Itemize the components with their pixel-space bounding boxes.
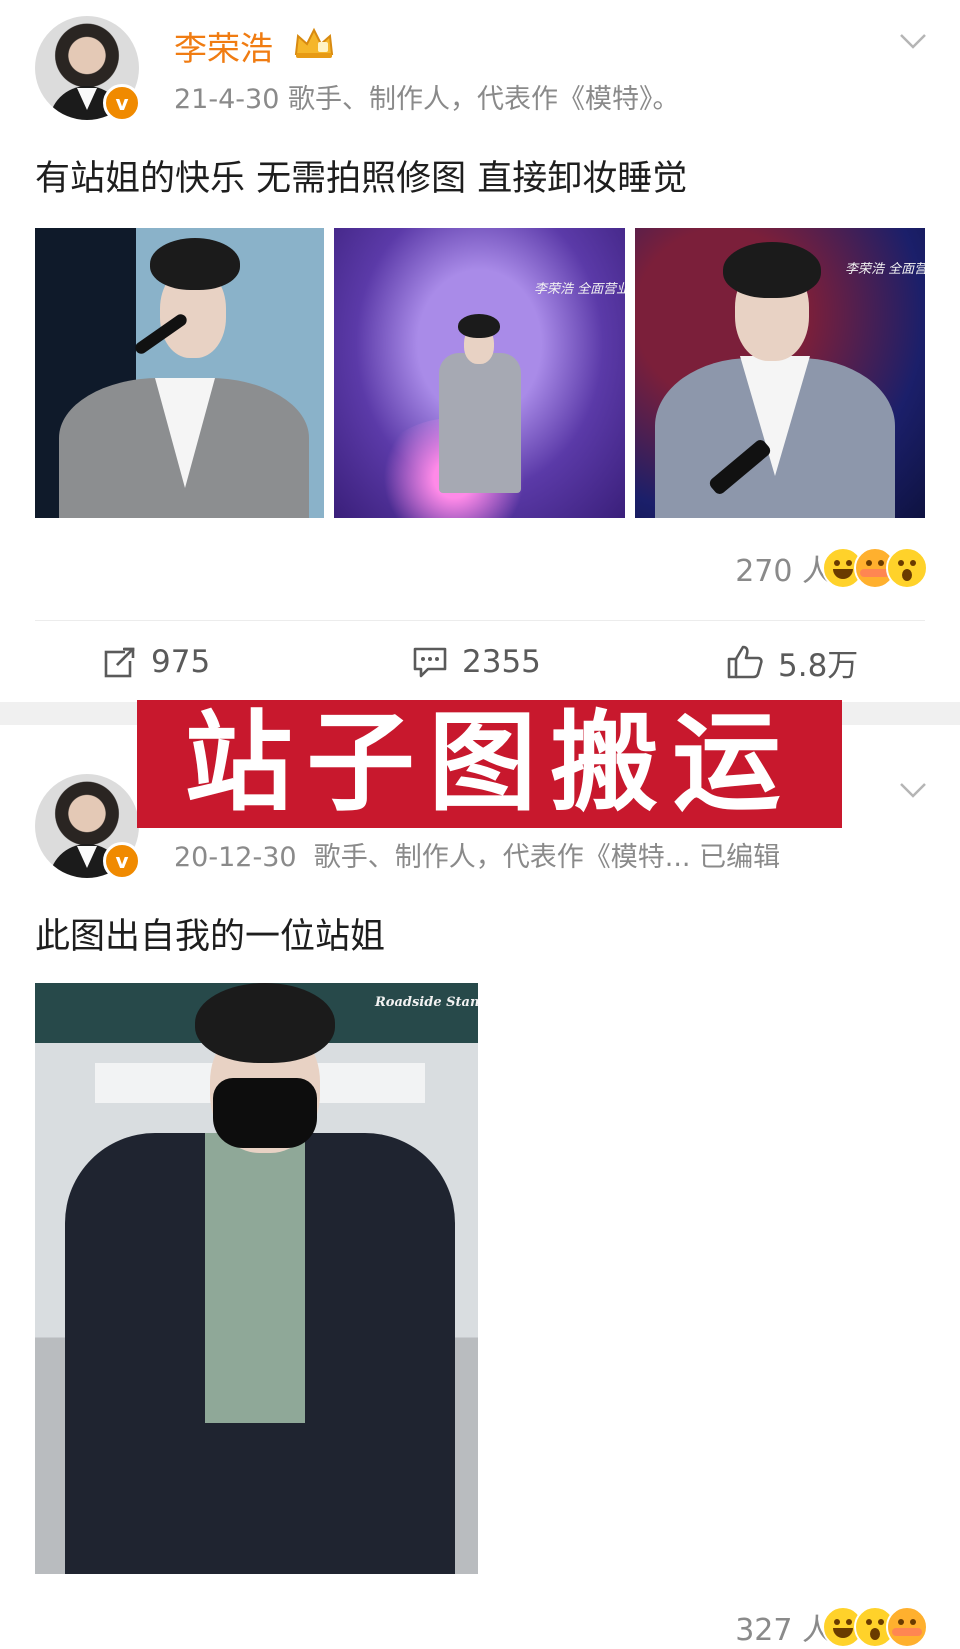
post-image-2[interactable]: 李荣浩 全面营业 <box>334 228 625 518</box>
post-date: 20-12-30 <box>174 842 297 873</box>
reaction-count: 270 人 <box>735 554 832 589</box>
comment-button[interactable]: 2355 <box>412 640 541 684</box>
image-watermark: 李荣浩 全面营业 <box>845 262 925 277</box>
crown-icon <box>294 27 334 58</box>
verified-badge-icon: v <box>103 842 141 880</box>
overlay-banner: 站子图搬运 <box>137 700 842 828</box>
author-avatar[interactable]: v <box>35 16 141 122</box>
chevron-down-icon[interactable] <box>898 775 928 805</box>
weibo-post-1: v 李荣浩 21-4-30 歌手、制作人，代表作《模特》。 有站姐的快乐 无需拍… <box>0 0 960 702</box>
reactions-summary[interactable]: 270 人 <box>735 546 928 590</box>
repost-button[interactable]: 975 <box>103 640 210 684</box>
post-image-1[interactable] <box>35 228 324 518</box>
blush-emoji-icon <box>886 1606 928 1648</box>
repost-count: 975 <box>151 644 211 680</box>
post-text: 有站姐的快乐 无需拍照修图 直接卸妆睡觉 <box>35 159 688 199</box>
surprised-emoji-icon <box>886 547 928 589</box>
post-image-3[interactable]: 李荣浩 全面营业 <box>635 228 925 518</box>
post-image-airport[interactable]: Roadside Stands <box>35 983 478 1574</box>
author-avatar[interactable]: v <box>35 774 141 880</box>
image-watermark: Roadside Stands <box>375 995 478 1010</box>
post-author-desc: 歌手、制作人，代表作《模特... <box>313 842 691 873</box>
author-name[interactable]: 李荣浩 <box>174 22 273 70</box>
action-divider <box>35 620 925 621</box>
comment-count: 2355 <box>462 644 541 680</box>
thumbs-up-icon <box>727 645 763 679</box>
post-meta: 20-12-30 歌手、制作人，代表作《模特... 已编辑 <box>174 835 780 874</box>
edited-label: 已编辑 <box>699 842 781 873</box>
chevron-down-icon[interactable] <box>898 26 928 56</box>
like-button[interactable]: 5.8万 <box>726 640 858 684</box>
post-meta: 21-4-30 歌手、制作人，代表作《模特》。 <box>174 84 680 115</box>
reaction-count: 327 人 <box>735 1613 832 1648</box>
post-text: 此图出自我的一位站姐 <box>35 917 386 957</box>
repost-icon <box>104 647 135 678</box>
like-count: 5.8万 <box>778 647 859 684</box>
image-watermark: 李荣浩 全面营业 <box>534 282 625 297</box>
verified-badge-icon: v <box>103 84 141 122</box>
comment-icon <box>413 647 447 678</box>
reactions-summary[interactable]: 327 人 <box>735 1605 928 1649</box>
